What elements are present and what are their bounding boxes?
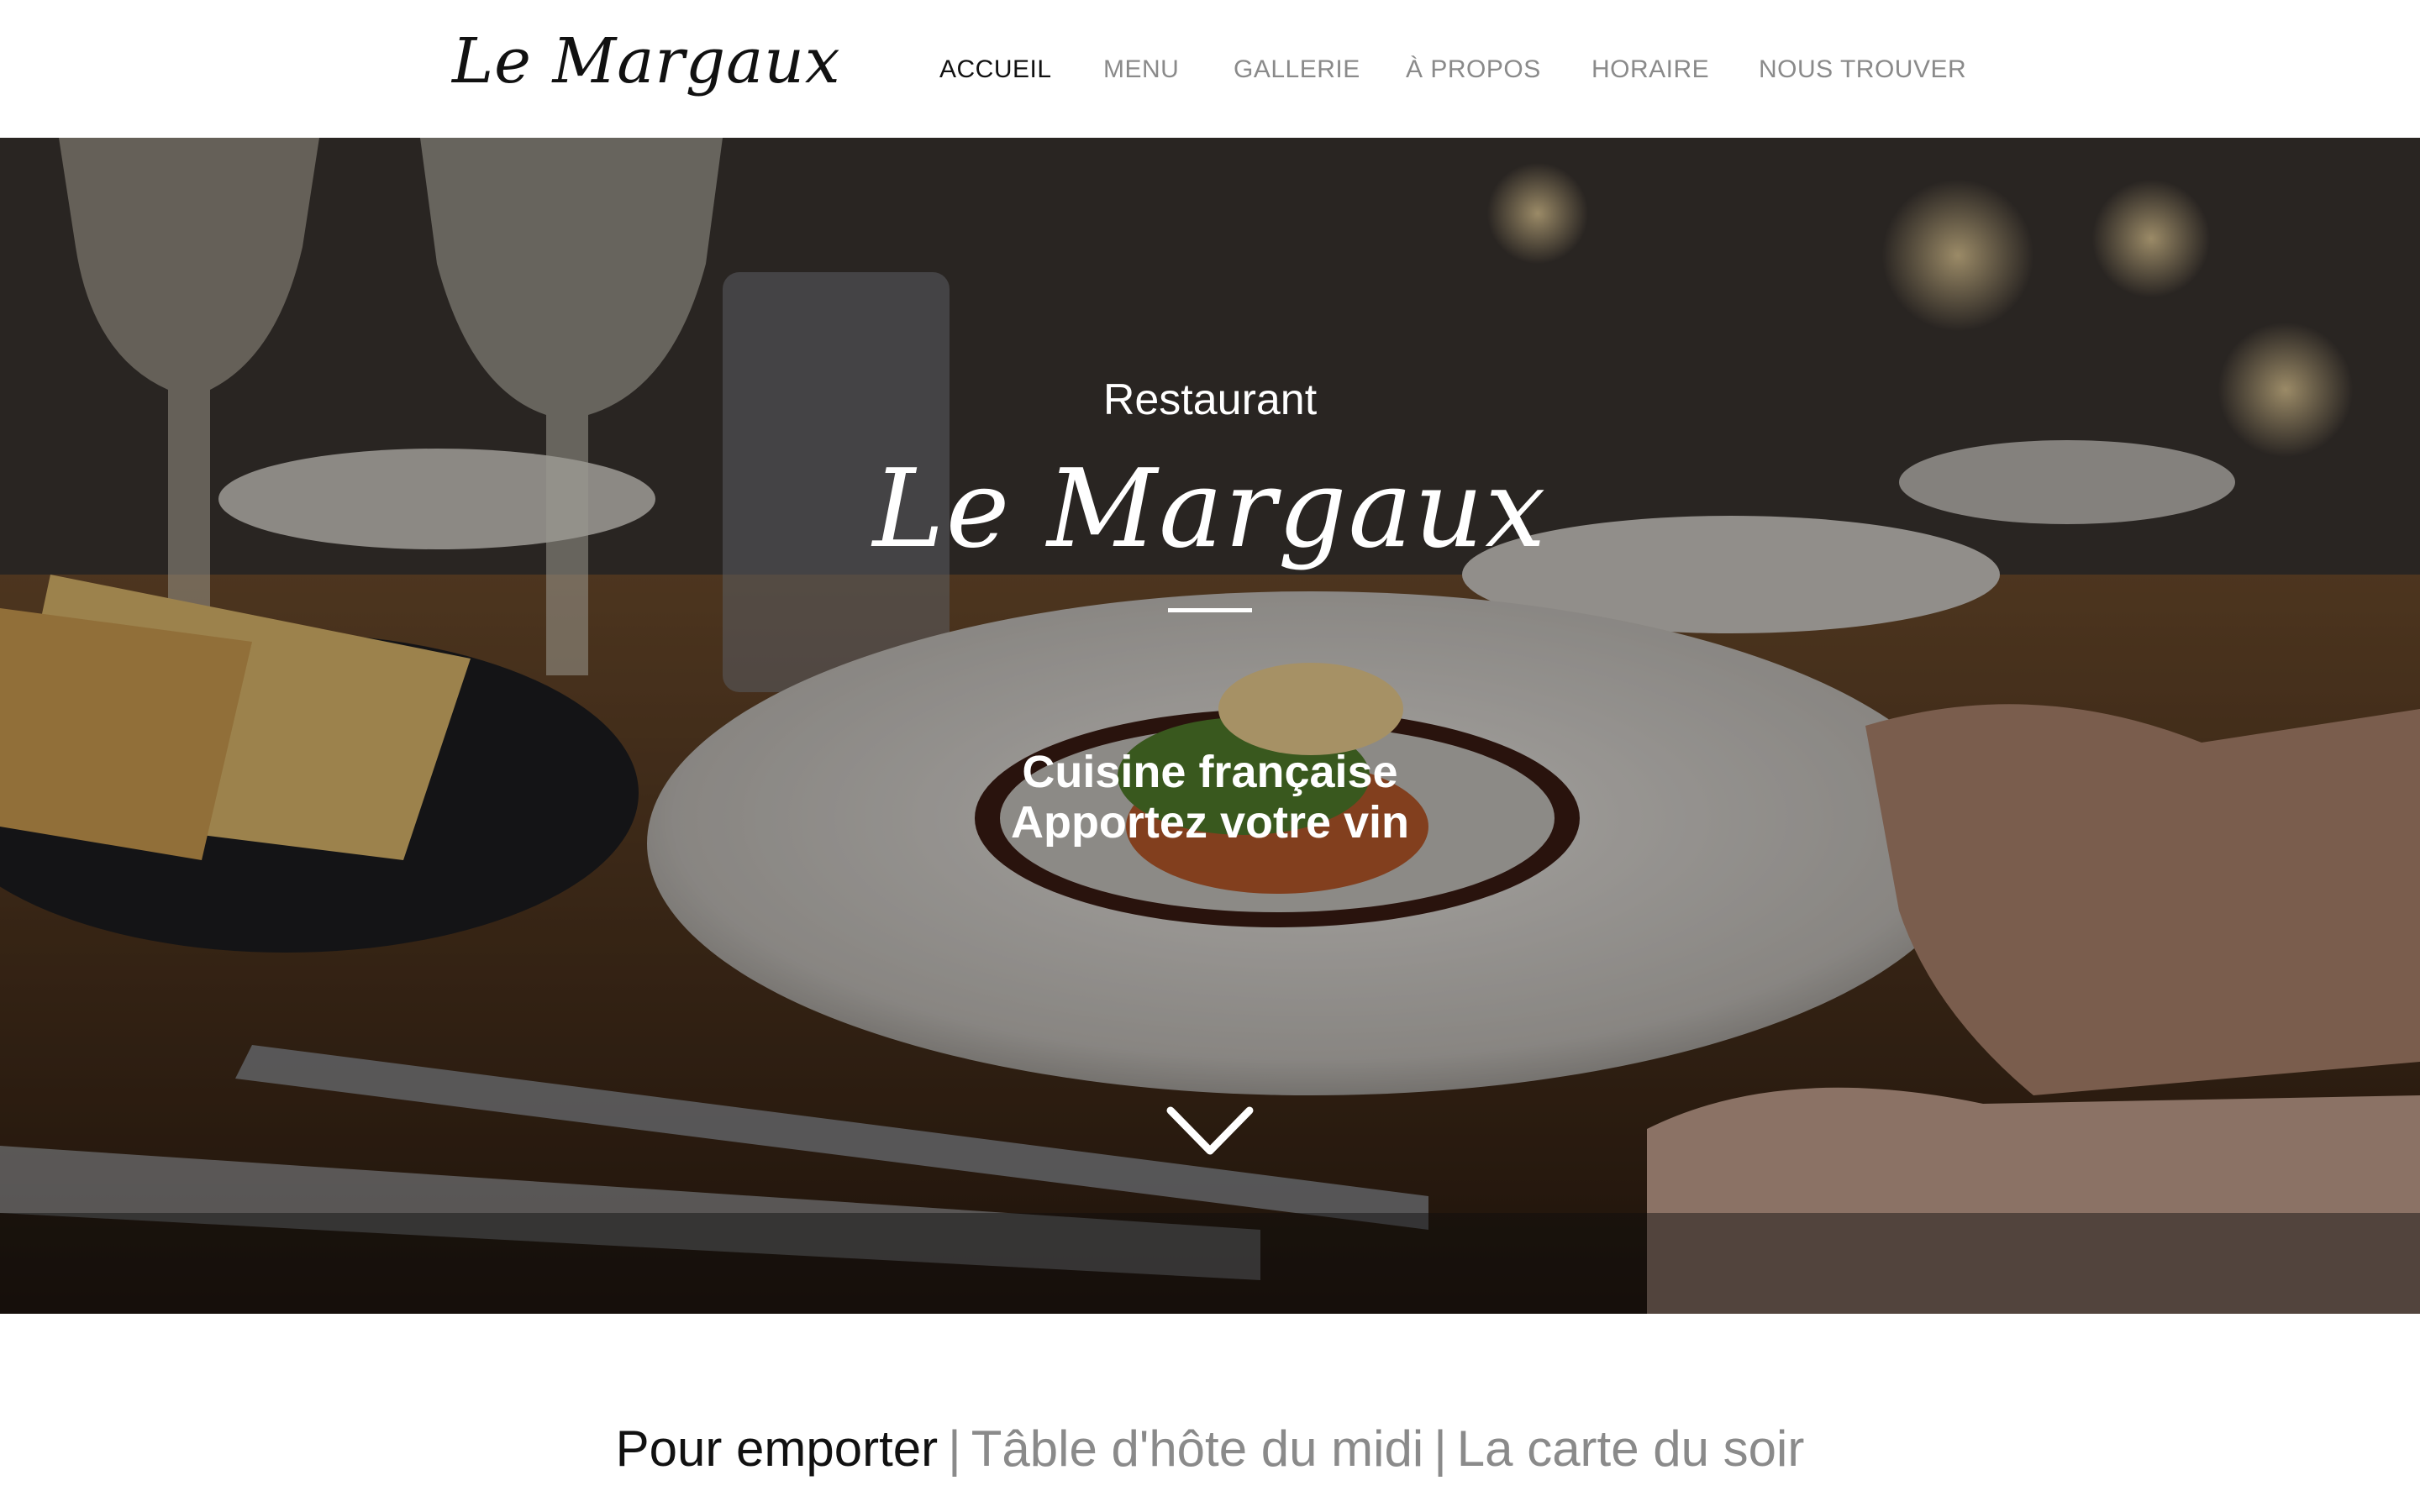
nav-item-nous-trouver[interactable]: NOUS TROUVER bbox=[1759, 55, 1966, 84]
section-link-carte-du-soir[interactable]: La carte du soir bbox=[1457, 1420, 1805, 1477]
hero-kicker: Restaurant bbox=[1102, 375, 1318, 424]
nav-item-menu[interactable]: MENU bbox=[1103, 55, 1179, 84]
nav-item-accueil[interactable]: ACCUEIL bbox=[939, 55, 1052, 84]
main-nav: ACCUEIL MENU GALLERIE À PROPOS HORAIRE N… bbox=[0, 55, 2420, 89]
hero-title: Le Margaux bbox=[872, 447, 1548, 572]
section-separator: | bbox=[948, 1420, 961, 1477]
chevron-down-icon[interactable] bbox=[1164, 1102, 1256, 1161]
section-separator: | bbox=[1434, 1420, 1447, 1477]
section-link-table-dhote[interactable]: Tâble d'hôte du midi bbox=[971, 1420, 1423, 1477]
hero-divider bbox=[1168, 608, 1252, 612]
hero-tagline-cuisine: Cuisine française bbox=[1022, 747, 1398, 797]
nav-item-gallerie[interactable]: GALLERIE bbox=[1234, 55, 1360, 84]
hero-section: Restaurant Le Margaux Cuisine française … bbox=[0, 138, 2420, 1314]
nav-item-a-propos[interactable]: À PROPOS bbox=[1406, 55, 1541, 84]
menu-section-links: Pour emporter | Tâble d'hôte du midi | La ca… bbox=[0, 1420, 2420, 1478]
hero-tagline-vin: Apportez votre vin bbox=[1010, 797, 1410, 848]
site-header: Le Margaux ACCUEIL MENU GALLERIE À PROPO… bbox=[0, 0, 2420, 138]
nav-item-horaire[interactable]: HORAIRE bbox=[1591, 55, 1709, 84]
section-link-pour-emporter[interactable]: Pour emporter bbox=[616, 1420, 939, 1477]
